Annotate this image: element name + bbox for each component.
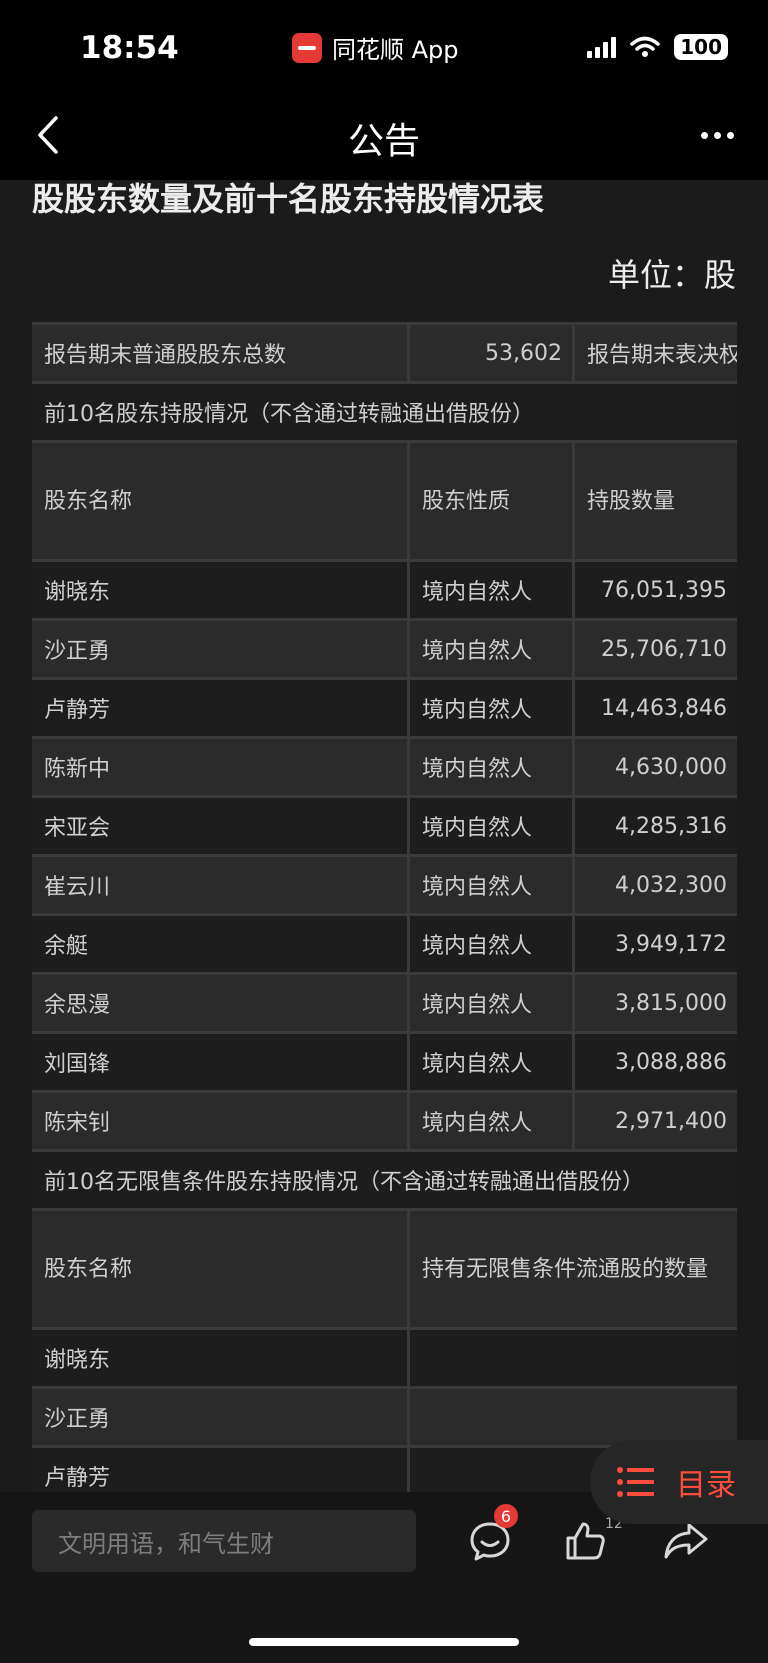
table-of-contents-button[interactable]: 目录 xyxy=(590,1440,768,1524)
like-button[interactable]: 12 xyxy=(555,1510,623,1572)
column-header: 持有无限售条件流通股的数量 xyxy=(422,1257,709,1282)
section-title: 前10名无限售条件股东持股情况（不含通过转融通出借股份） xyxy=(44,1170,644,1195)
page-title: 公告 xyxy=(347,121,420,162)
toc-label: 目录 xyxy=(676,1468,736,1503)
shares-held: 4,032,300 xyxy=(615,872,727,898)
app-icon xyxy=(292,32,322,63)
shareholder-type: 境内自然人 xyxy=(410,798,575,854)
more-options-button[interactable] xyxy=(692,120,742,150)
shareholder-type: 境内自然人 xyxy=(410,916,575,972)
status-bar: 18:54 同花顺 App 100 xyxy=(0,0,768,90)
shares-held: 25,706,710 xyxy=(601,636,727,662)
shareholder-name: 沙正勇 xyxy=(32,1389,410,1445)
unit-label: 单位：股 xyxy=(607,256,736,294)
summary-value: 53,602 xyxy=(410,325,575,381)
column-header: 股东性质 xyxy=(410,443,575,559)
table-row: 前10名无限售条件股东持股情况（不含通过转融通出借股份） xyxy=(32,1152,737,1211)
shareholder-type: 境内自然人 xyxy=(410,739,575,795)
document-heading: 股股东数量及前十名股东持股情况表 xyxy=(32,180,545,218)
shareholder-name: 谢晓东 xyxy=(32,562,410,618)
shareholder-name: 谢晓东 xyxy=(32,1330,410,1386)
shareholder-type: 境内自然人 xyxy=(410,621,575,677)
table-header-row: 股东名称 持有无限售条件流通股的数量 xyxy=(32,1211,737,1330)
shares-held: 2,971,400 xyxy=(615,1108,727,1134)
table-row: 宋亚会 境内自然人 4,285,316 xyxy=(32,798,737,857)
table-row: 陈宋钊 境内自然人 2,971,400 xyxy=(32,1093,737,1152)
shares-held: 3,949,172 xyxy=(615,931,727,957)
unrestricted-shares xyxy=(410,1389,737,1445)
table-row: 谢晓东 xyxy=(32,1330,737,1389)
column-header: 股东名称 xyxy=(32,1211,410,1327)
table-row: 崔云川 境内自然人 4,032,300 xyxy=(32,857,737,916)
table-row: 谢晓东 境内自然人 76,051,395 xyxy=(32,562,737,621)
table-header-row: 股东名称 股东性质 持股数量 xyxy=(32,443,737,562)
home-indicator xyxy=(249,1638,519,1646)
column-header: 股东名称 xyxy=(32,443,410,559)
list-icon xyxy=(617,1467,654,1497)
comment-button[interactable]: 6 xyxy=(460,1504,520,1572)
shareholder-table: 报告期末普通股股东总数 53,602 报告期末表决权 前10名股东持股情况（不含… xyxy=(32,322,737,1492)
shareholder-name: 崔云川 xyxy=(32,857,410,913)
shareholder-type: 境内自然人 xyxy=(410,1093,575,1149)
summary-label: 报告期末普通股股东总数 xyxy=(32,325,410,381)
shareholder-name: 刘国锋 xyxy=(32,1034,410,1090)
wifi-icon xyxy=(630,36,660,57)
status-time: 18:54 xyxy=(80,30,179,66)
table-row: 刘国锋 境内自然人 3,088,886 xyxy=(32,1034,737,1093)
column-header: 持股数量 xyxy=(587,489,676,514)
table-row: 前10名股东持股情况（不含通过转融通出借股份） xyxy=(32,384,737,443)
return-to-app-indicator[interactable]: 同花顺 App xyxy=(292,30,459,65)
table-row: 余艇 境内自然人 3,949,172 xyxy=(32,916,737,975)
shareholder-type: 境内自然人 xyxy=(410,857,575,913)
nav-bar: 公告 xyxy=(0,90,768,180)
document-content[interactable]: 股股东数量及前十名股东持股情况表 单位：股 报告期末普通股股东总数 53,602… xyxy=(0,180,768,1492)
unrestricted-shares xyxy=(410,1330,737,1386)
shares-held: 4,285,316 xyxy=(615,813,727,839)
shareholder-name: 卢静芳 xyxy=(32,1448,410,1492)
shareholder-name: 沙正勇 xyxy=(32,621,410,677)
table-row: 报告期末普通股股东总数 53,602 报告期末表决权 xyxy=(32,325,737,384)
comment-count-badge: 6 xyxy=(494,1504,518,1528)
shareholder-type: 境内自然人 xyxy=(410,680,575,736)
battery-indicator: 100 xyxy=(674,34,728,60)
shareholder-name: 陈新中 xyxy=(32,739,410,795)
shares-held: 3,815,000 xyxy=(615,990,727,1016)
shareholder-name: 陈宋钊 xyxy=(32,1093,410,1149)
cellular-signal-icon xyxy=(587,36,617,58)
thumbs-up-icon xyxy=(566,1522,605,1560)
app-name: 同花顺 App xyxy=(332,36,459,64)
shareholder-name: 余艇 xyxy=(32,916,410,972)
more-dots-icon xyxy=(700,131,708,139)
section-title: 前10名股东持股情况（不含通过转融通出借股份） xyxy=(44,402,534,427)
shareholder-type: 境内自然人 xyxy=(410,1034,575,1090)
table-row: 卢静芳 境内自然人 14,463,846 xyxy=(32,680,737,739)
comment-input[interactable]: 文明用语，和气生财 xyxy=(32,1510,416,1572)
table-row: 陈新中 境内自然人 4,630,000 xyxy=(32,739,737,798)
shareholder-type: 境内自然人 xyxy=(410,562,575,618)
shares-held: 76,051,395 xyxy=(601,577,727,603)
summary-next-label: 报告期末表决权 xyxy=(587,343,737,368)
shareholder-type: 境内自然人 xyxy=(410,975,575,1031)
shares-held: 14,463,846 xyxy=(601,695,727,721)
shareholder-name: 余思漫 xyxy=(32,975,410,1031)
table-row: 余思漫 境内自然人 3,815,000 xyxy=(32,975,737,1034)
shareholder-name: 宋亚会 xyxy=(32,798,410,854)
shares-held: 3,088,886 xyxy=(615,1049,727,1075)
share-arrow-icon xyxy=(664,1523,708,1559)
shareholder-name: 卢静芳 xyxy=(32,680,410,736)
table-row: 沙正勇 境内自然人 25,706,710 xyxy=(32,621,737,680)
shares-held: 4,630,000 xyxy=(615,754,727,780)
